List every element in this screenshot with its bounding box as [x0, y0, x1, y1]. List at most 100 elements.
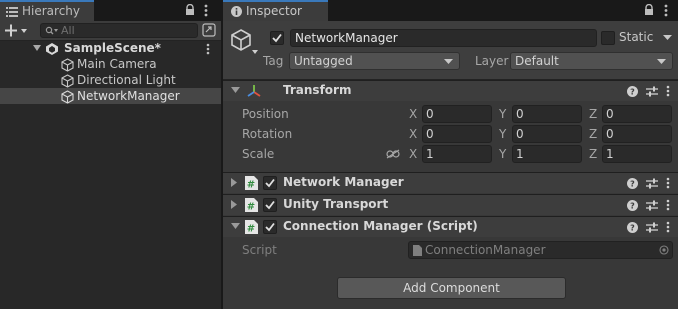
scene-visibility-icon[interactable] [202, 23, 216, 37]
script-reference-field[interactable]: ConnectionManager [408, 241, 673, 259]
more-options-icon[interactable] [204, 4, 208, 17]
search-placeholder: All [61, 24, 75, 37]
svg-text:?: ? [630, 223, 635, 232]
help-icon[interactable]: ? [627, 85, 638, 97]
component-enabled-checkbox[interactable] [263, 198, 277, 212]
position-y-field[interactable]: 0 [512, 105, 582, 123]
chevron-down-icon [657, 59, 666, 64]
scene-name: SampleScene* [64, 41, 161, 55]
foldout-collapsed-icon[interactable] [231, 178, 238, 187]
script-hash-icon: # [245, 176, 258, 190]
more-options-icon[interactable] [664, 4, 668, 17]
svg-text:#: # [247, 180, 255, 191]
unity-transport-component-header[interactable]: # Unity Transport ? [223, 194, 678, 215]
position-label: Position [242, 107, 289, 121]
component-menu-icon[interactable] [666, 177, 670, 189]
gameobject-cube-icon [61, 74, 74, 88]
component-title: Network Manager [283, 175, 404, 189]
tag-dropdown[interactable]: Untagged [289, 52, 460, 70]
hierarchy-item-label: Directional Light [77, 73, 176, 87]
help-icon[interactable]: ? [627, 199, 638, 211]
lock-icon[interactable] [644, 4, 654, 16]
svg-text:?: ? [630, 87, 635, 96]
object-name-field[interactable]: NetworkManager [290, 29, 597, 47]
axis-z-label: Z [589, 107, 598, 121]
svg-text:?: ? [630, 179, 635, 188]
svg-text:#: # [247, 224, 255, 235]
preset-sliders-icon[interactable] [646, 222, 658, 233]
hierarchy-tab[interactable]: Hierarchy [0, 0, 94, 21]
active-checkbox[interactable] [270, 31, 284, 45]
static-dropdown-arrow-icon[interactable] [663, 35, 672, 41]
script-label: Script [242, 243, 277, 257]
scale-z-field[interactable]: 1 [602, 145, 672, 163]
hierarchy-item-label: Main Camera [77, 57, 157, 71]
component-enabled-checkbox[interactable] [263, 176, 277, 190]
rotation-y-field[interactable]: 0 [512, 125, 582, 143]
network-manager-component-header[interactable]: # Network Manager ? [223, 172, 678, 193]
component-title: Unity Transport [283, 197, 389, 211]
foldout-expanded-icon[interactable] [231, 87, 240, 94]
scale-x-field[interactable]: 1 [422, 145, 492, 163]
chevron-down-icon [444, 59, 453, 64]
help-icon[interactable]: ? [627, 221, 638, 233]
info-icon [231, 6, 242, 17]
list-icon [6, 6, 18, 17]
object-picker-icon[interactable] [659, 245, 669, 255]
gameobject-icon[interactable] [230, 28, 260, 56]
gameobject-cube-icon [61, 58, 74, 72]
position-x-field[interactable]: 0 [422, 105, 492, 123]
hierarchy-item-directional-light[interactable]: Directional Light [0, 73, 221, 89]
constrain-proportions-link-icon[interactable] [386, 149, 400, 159]
axis-y-label: Y [499, 107, 507, 121]
layer-label: Layer [475, 54, 509, 68]
preset-sliders-icon[interactable] [646, 200, 658, 211]
static-checkbox[interactable] [601, 31, 615, 45]
expand-arrow-icon[interactable] [33, 45, 41, 52]
hierarchy-item-main-camera[interactable]: Main Camera [0, 57, 221, 73]
svg-text:#: # [247, 202, 255, 213]
component-enabled-checkbox[interactable] [263, 220, 277, 234]
scale-y-field[interactable]: 1 [512, 145, 582, 163]
transform-axis-icon [246, 84, 262, 98]
layer-dropdown[interactable]: Default [510, 52, 673, 70]
hierarchy-tab-label: Hierarchy [22, 4, 81, 18]
lock-icon[interactable] [185, 4, 195, 16]
rotation-z-field[interactable]: 0 [602, 125, 672, 143]
axis-x-label: X [409, 107, 418, 121]
script-hash-icon: # [245, 220, 258, 234]
script-hash-icon: # [245, 198, 258, 212]
svg-text:?: ? [630, 201, 635, 210]
rotation-x-field[interactable]: 0 [422, 125, 492, 143]
scene-menu-icon[interactable] [206, 43, 210, 55]
preset-sliders-icon[interactable] [646, 86, 658, 97]
component-menu-icon[interactable] [666, 199, 670, 211]
component-menu-icon[interactable] [666, 221, 670, 233]
preset-sliders-icon[interactable] [646, 178, 658, 189]
layer-value: Default [515, 54, 559, 68]
add-component-button[interactable]: Add Component [337, 277, 566, 299]
axis-y-label: Y [499, 147, 507, 161]
inspector-tab[interactable]: Inspector [223, 0, 328, 21]
component-menu-icon[interactable] [666, 85, 670, 97]
transform-component-header[interactable]: Transform ? [223, 80, 678, 101]
hierarchy-scene-row[interactable]: SampleScene* [0, 41, 221, 57]
create-add-icon[interactable] [5, 24, 29, 37]
unity-scene-icon [45, 42, 59, 56]
axis-x-label: X [409, 147, 418, 161]
foldout-collapsed-icon[interactable] [231, 200, 238, 209]
help-icon[interactable]: ? [627, 177, 638, 189]
component-title: Transform [283, 83, 352, 97]
connection-manager-component-header[interactable]: # Connection Manager (Script) ? [223, 216, 678, 237]
hierarchy-item-label: NetworkManager [77, 89, 180, 103]
component-title: Connection Manager (Script) [283, 219, 478, 233]
gameobject-cube-icon [61, 90, 74, 104]
script-value: ConnectionManager [425, 243, 546, 257]
position-z-field[interactable]: 0 [602, 105, 672, 123]
axis-x-label: X [409, 127, 418, 141]
foldout-expanded-icon[interactable] [231, 223, 240, 230]
hierarchy-item-network-manager[interactable]: NetworkManager [0, 89, 221, 105]
tag-label: Tag [263, 54, 284, 68]
script-file-icon [413, 245, 422, 256]
hierarchy-search-field[interactable]: All [40, 23, 198, 38]
